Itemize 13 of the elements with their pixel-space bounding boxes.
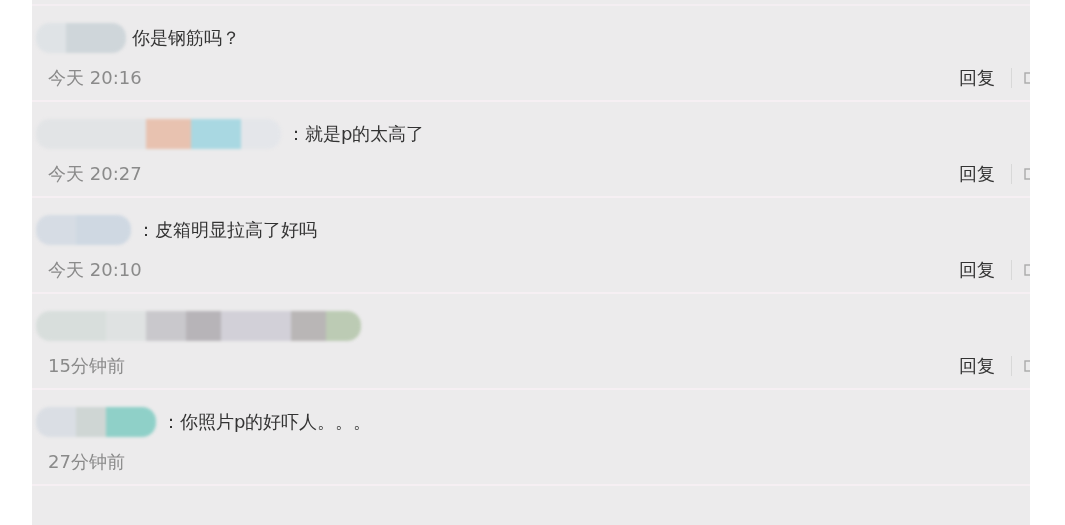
reply-link[interactable]: 回复 <box>959 258 995 282</box>
reply-link[interactable]: 回复 <box>959 354 995 378</box>
comment-time: 今天 20:10 <box>48 258 142 282</box>
comment-text: ：就是p的太高了 <box>287 122 425 146</box>
comment-text: 你是钢筋吗？ <box>132 26 240 50</box>
comment-time: 今天 20:27 <box>48 162 142 186</box>
comment-text: ：皮箱明显拉高了好吗 <box>137 218 317 242</box>
comment-time: 15分钟前 <box>48 354 125 378</box>
comment-time: 27分钟前 <box>48 450 125 474</box>
reply-link[interactable]: 回复 <box>959 66 995 90</box>
comment-time: 今天 20:16 <box>48 66 142 90</box>
comment-text: ：你照片p的好吓人。。。 <box>162 410 372 434</box>
reply-link[interactable]: 回复 <box>959 162 995 186</box>
